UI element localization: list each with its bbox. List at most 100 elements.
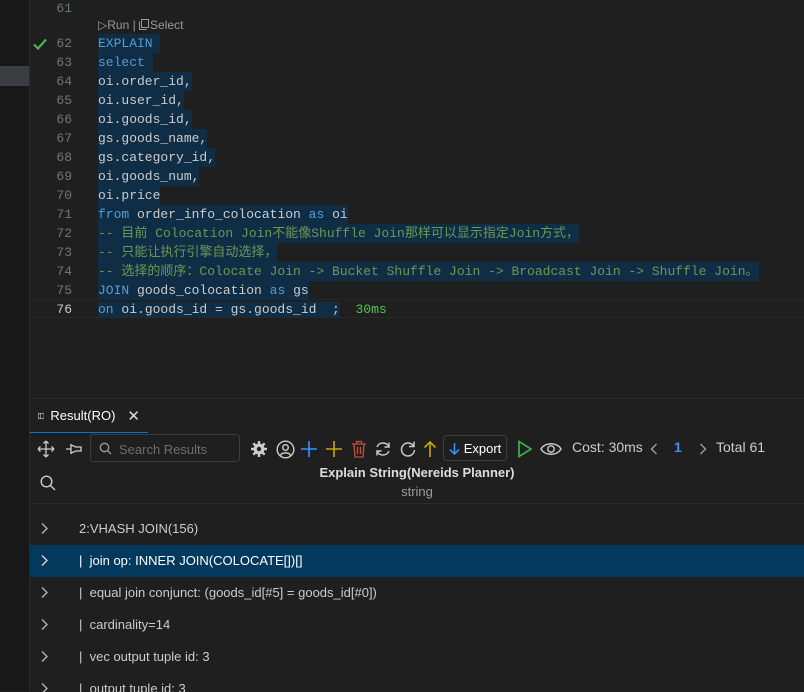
keyword-join: JOIN (98, 283, 130, 298)
arrow-down-icon (449, 442, 460, 455)
keyword-on: on (98, 302, 114, 317)
run-icon[interactable] (515, 437, 535, 461)
pin-icon[interactable] (64, 437, 84, 461)
run-codelens[interactable]: ▷Run (98, 18, 129, 32)
line-number: 74 (56, 264, 72, 279)
code-text: from order_info_colocation as oi (98, 205, 348, 224)
row-text: | output tuple id: 3 (79, 681, 186, 692)
search-icon (99, 442, 112, 455)
result-panel: Result(RO) ✕ Search Results Export Cost:… (30, 398, 804, 692)
add-row-icon[interactable] (299, 437, 319, 461)
code-text: select (98, 53, 153, 72)
code-editor[interactable]: ▷Run | Select 61 62 EXPLAIN 63 select 64… (30, 0, 804, 398)
code-comment: -- 目前 Colocation Join不能像Shuffle Join那样可以… (98, 224, 580, 243)
line-number: 62 (56, 36, 72, 51)
codelens: ▷Run | Select (98, 18, 183, 32)
code-line: 74 -- 选择的顺序：Colocate Join -> Bucket Shuf… (30, 262, 804, 281)
activity-bar (0, 0, 29, 691)
table-row[interactable]: 2:VHASH JOIN(156) (30, 513, 804, 545)
chevron-right-icon[interactable] (40, 522, 49, 535)
code-comment: -- 只能让执行引擎自动选择， (98, 243, 278, 262)
code-text: oi.order_id, (98, 72, 192, 91)
export-label: Export (463, 440, 502, 456)
close-icon[interactable]: ✕ (127, 407, 140, 425)
sync-icon[interactable] (373, 437, 393, 461)
row-text: | equal join conjunct: (goods_id[#5] = g… (79, 585, 377, 600)
select-codelens[interactable]: Select (139, 18, 183, 32)
cost-label: Cost: 30ms (572, 439, 643, 455)
code-line: 70 oi.price (30, 186, 804, 205)
table-row-selected[interactable]: | join op: INNER JOIN(COLOCATE[])[] (30, 545, 804, 577)
add-column-icon[interactable] (324, 437, 344, 461)
chevron-right-icon[interactable] (40, 554, 49, 567)
chevron-right-icon[interactable] (696, 437, 710, 461)
tab-result-label: Result(RO) (50, 408, 116, 423)
table-row[interactable]: | output tuple id: 3 (30, 673, 804, 692)
line-number: 66 (56, 112, 72, 127)
select-codelens-label: Select (150, 18, 184, 32)
code-line: 72 -- 目前 Colocation Join不能像Shuffle Join那… (30, 224, 804, 243)
keyword-as: as (308, 207, 325, 222)
column-header: Explain String(Nereids Planner) string (30, 465, 804, 504)
keyword-from: from (98, 207, 130, 222)
user-icon[interactable] (274, 437, 296, 461)
delete-icon[interactable] (349, 437, 369, 461)
line-number: 68 (56, 150, 72, 165)
code-comment: -- 选择的顺序：Colocate Join -> Bucket Shuffle… (98, 262, 759, 281)
eye-icon[interactable] (539, 437, 563, 461)
line-number: 64 (56, 74, 72, 89)
line-number: 61 (56, 1, 72, 16)
line-number: 75 (56, 283, 72, 298)
chevron-left-icon[interactable] (647, 437, 661, 461)
row-text: | cardinality=14 (79, 617, 171, 632)
table-row[interactable]: | cardinality=14 (30, 609, 804, 641)
row-text: | vec output tuple id: 3 (79, 649, 210, 664)
refresh-icon[interactable] (398, 437, 418, 461)
copy-icon (139, 19, 150, 30)
line-number: 63 (56, 55, 72, 70)
arrow-up-icon[interactable] (421, 437, 439, 461)
table-row[interactable]: | equal join conjunct: (goods_id[#5] = g… (30, 577, 804, 609)
code-text: gs.category_id, (98, 148, 216, 167)
move-icon[interactable] (36, 437, 56, 461)
code-line: 73 -- 只能让执行引擎自动选择， (30, 243, 804, 262)
inline-cost: 30ms (355, 302, 387, 317)
column-title[interactable]: Explain String(Nereids Planner) (30, 465, 804, 480)
code-line: 67 gs.goods_name, (30, 129, 804, 148)
search-box[interactable] (90, 434, 240, 462)
result-toolbar: Export Cost: 30ms 1 Total 61 (30, 433, 804, 465)
code-line: 63 select (30, 53, 804, 72)
search-input[interactable] (117, 439, 239, 459)
code-line: 71 from order_info_colocation as oi (30, 205, 804, 224)
line-number: 73 (56, 245, 72, 260)
code-line: 62 EXPLAIN (30, 34, 804, 53)
code-line: 75 JOIN goods_colocation as gs (30, 281, 804, 300)
code-line: 66 oi.goods_id, (30, 110, 804, 129)
total-count: Total 61 (716, 439, 766, 455)
tab-result[interactable]: Result(RO) ✕ (30, 399, 148, 433)
code-text: EXPLAIN (98, 34, 161, 53)
code-text: JOIN goods_colocation as gs (98, 281, 309, 300)
table-row[interactable]: | vec output tuple id: 3 (30, 641, 804, 673)
chevron-right-icon[interactable] (40, 586, 49, 599)
code-text: oi.goods_id, (98, 110, 192, 129)
code-text: oi.user_id, (98, 91, 184, 110)
line-number: 72 (56, 226, 72, 241)
code-line: 64 oi.order_id, (30, 72, 804, 91)
code-line: 76 on oi.goods_id = gs.goods_id ; 30ms (30, 300, 804, 319)
line-number: 76 (56, 302, 72, 317)
code-text: on oi.goods_id = gs.goods_id ; 30ms (98, 302, 387, 317)
code-line: 69 oi.goods_num, (30, 167, 804, 186)
settings-icon[interactable] (248, 437, 270, 461)
chevron-right-icon[interactable] (40, 618, 49, 631)
line-number: 69 (56, 169, 72, 184)
page-number[interactable]: 1 (674, 439, 682, 455)
line-number: 70 (56, 188, 72, 203)
keyword-as: as (269, 283, 286, 298)
code-line: 65 oi.user_id, (30, 91, 804, 110)
code-text: oi.price (98, 186, 161, 205)
export-button[interactable]: Export (443, 435, 507, 461)
chevron-right-icon[interactable] (40, 650, 49, 663)
line-number: 65 (56, 93, 72, 108)
row-text: | join op: INNER JOIN(COLOCATE[])[] (79, 553, 303, 568)
